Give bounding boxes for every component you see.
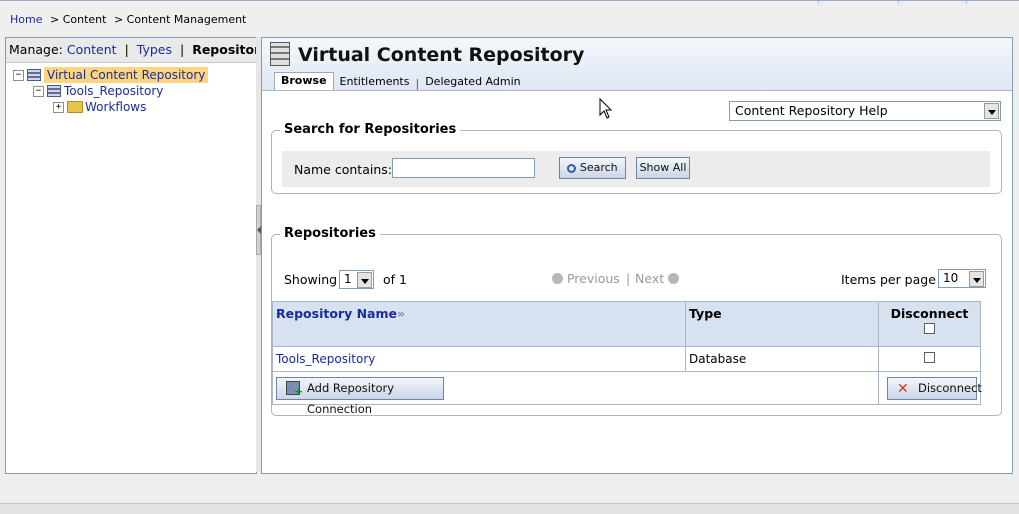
search-button-label: Search bbox=[579, 161, 618, 174]
tree-node-label[interactable]: Workflows bbox=[85, 99, 146, 115]
repository-icon bbox=[270, 42, 290, 66]
disconnect-button[interactable]: ✕ Disconnect bbox=[887, 376, 982, 400]
tree-node-root[interactable]: − Virtual Content Repository bbox=[13, 67, 209, 83]
tree-node-workflows[interactable]: + Workflows bbox=[53, 99, 146, 115]
showing-label: Showing bbox=[284, 272, 338, 287]
repositories-table: Repository Name» Type Disconnect Tools_R… bbox=[272, 301, 982, 416]
table-actions-row: + Add Repository Connection ✕ Disconnect bbox=[272, 371, 982, 416]
tab-delegated-admin[interactable]: Delegated Admin bbox=[419, 74, 526, 90]
disconnect-checkbox[interactable] bbox=[924, 352, 935, 363]
folder-icon bbox=[67, 101, 83, 113]
tree-node-label[interactable]: Virtual Content Repository bbox=[44, 67, 209, 83]
next-label: Next bbox=[635, 271, 665, 286]
search-bar: Name contains: Search Show All bbox=[282, 151, 990, 187]
column-header-disconnect: Disconnect bbox=[878, 301, 981, 347]
disconnect-header-label: Disconnect bbox=[890, 306, 969, 321]
column-header-type: Type bbox=[685, 301, 879, 347]
top-bar-segment bbox=[818, 1, 899, 4]
breadcrumb-home[interactable]: Home bbox=[10, 13, 42, 26]
manage-label: Manage: bbox=[9, 42, 63, 57]
chevron-down-icon[interactable] bbox=[969, 271, 984, 287]
next-link[interactable]: Next bbox=[635, 271, 680, 286]
tab-browse[interactable]: Browse bbox=[274, 72, 334, 90]
items-per-page-value: 10 bbox=[943, 271, 959, 285]
name-contains-label: Name contains: bbox=[294, 162, 392, 177]
search-button[interactable]: Search bbox=[559, 157, 626, 179]
chevron-down-icon[interactable] bbox=[984, 103, 999, 119]
repository-name-cell: Tools_Repository bbox=[272, 346, 686, 372]
top-bar-segment bbox=[966, 1, 1019, 4]
page-select[interactable]: 1 bbox=[339, 270, 374, 289]
previous-label: Previous bbox=[566, 271, 620, 286]
tab-entitlements[interactable]: Entitlements bbox=[334, 74, 416, 90]
search-icon bbox=[567, 164, 577, 173]
add-plus-icon: + bbox=[294, 384, 304, 398]
chevron-down-icon[interactable] bbox=[357, 272, 372, 288]
page-select-value: 1 bbox=[344, 272, 352, 286]
expand-icon[interactable]: + bbox=[53, 101, 64, 113]
table-row: Tools_Repository Database bbox=[272, 346, 981, 372]
mouse-pointer-icon bbox=[599, 98, 613, 119]
show-all-button[interactable]: Show All bbox=[636, 157, 690, 179]
repository-icon bbox=[47, 85, 61, 97]
previous-arrow-icon bbox=[552, 273, 563, 284]
disconnect-x-icon: ✕ bbox=[897, 380, 909, 397]
previous-link[interactable]: Previous bbox=[552, 271, 620, 286]
main-header: Virtual Content Repository Browse Entitl… bbox=[262, 38, 1012, 91]
top-bar: Home > Content > Content Management bbox=[0, 0, 1019, 35]
help-select-value: Content Repository Help bbox=[735, 103, 888, 118]
manage-separator: | bbox=[124, 42, 129, 57]
top-bar-segment bbox=[898, 1, 967, 4]
items-per-page-label: Items per page bbox=[841, 272, 936, 287]
repository-name-link[interactable]: Tools_Repository bbox=[276, 352, 375, 366]
manage-bar: Manage: Content | Types | Repositories bbox=[6, 38, 280, 63]
manage-types-link[interactable]: Types bbox=[137, 42, 172, 57]
add-cell: + Add Repository Connection bbox=[272, 371, 879, 416]
tab-bar: Browse Entitlements | Delegated Admin bbox=[274, 72, 527, 90]
show-all-button-label: Show All bbox=[639, 161, 687, 174]
name-contains-input[interactable] bbox=[392, 158, 535, 178]
select-all-checkbox[interactable] bbox=[924, 323, 935, 334]
disconnect-button-label: Disconnect bbox=[918, 380, 982, 395]
collapse-icon[interactable]: − bbox=[33, 85, 44, 97]
column-header-repository-name[interactable]: Repository Name» bbox=[272, 301, 686, 347]
repository-icon bbox=[27, 69, 41, 81]
breadcrumb: Home > Content > Content Management bbox=[10, 13, 250, 26]
search-section: Search for Repositories Name contains: S… bbox=[271, 122, 1002, 194]
page-count: of 1 bbox=[383, 272, 407, 287]
help-select[interactable]: Content Repository Help bbox=[729, 101, 1001, 121]
breadcrumb-current: > Content Management bbox=[113, 13, 247, 26]
bottom-bar bbox=[0, 503, 1019, 514]
items-per-page-select[interactable]: 10 bbox=[938, 269, 986, 288]
disconnect-cell bbox=[878, 346, 981, 372]
page-title: Virtual Content Repository bbox=[298, 44, 585, 66]
add-repository-connection-button[interactable]: + Add Repository Connection bbox=[276, 376, 444, 416]
manage-content-link[interactable]: Content bbox=[67, 42, 117, 57]
tree-node-label[interactable]: Tools_Repository bbox=[64, 83, 163, 99]
collapse-icon[interactable]: − bbox=[13, 69, 24, 81]
tree-node-tools-repository[interactable]: − Tools_Repository bbox=[33, 83, 163, 99]
sort-icon: » bbox=[397, 306, 406, 321]
repository-name-sort-link[interactable]: Repository Name bbox=[276, 306, 397, 321]
left-panel: Manage: Content | Types | Repositories −… bbox=[5, 37, 280, 474]
search-legend: Search for Repositories bbox=[280, 122, 461, 137]
breadcrumb-content: > Content bbox=[49, 13, 107, 26]
next-arrow-icon bbox=[668, 273, 680, 284]
repository-type-cell: Database bbox=[685, 346, 879, 372]
repositories-legend: Repositories bbox=[280, 226, 380, 241]
main-panel: Virtual Content Repository Browse Entitl… bbox=[261, 37, 1013, 474]
disconnect-button-cell: ✕ Disconnect bbox=[878, 371, 982, 405]
manage-separator: | bbox=[179, 42, 185, 57]
pager-separator: | bbox=[626, 271, 631, 286]
table-header-row: Repository Name» Type Disconnect bbox=[272, 301, 981, 347]
